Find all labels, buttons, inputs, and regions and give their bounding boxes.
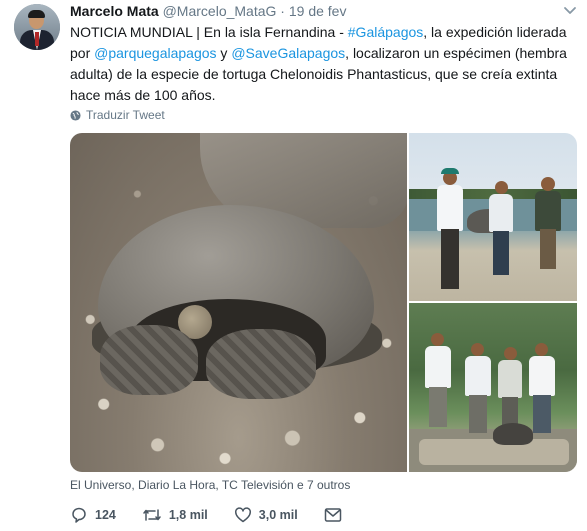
translate-tweet-link[interactable]: Traduzir Tweet bbox=[70, 108, 165, 122]
tortoise-photo[interactable] bbox=[70, 133, 407, 472]
author-avatar[interactable] bbox=[14, 4, 60, 50]
tweet-text-part: y bbox=[216, 45, 232, 61]
media-sources[interactable]: El Universo, Diario La Hora, TC Televisi… bbox=[70, 478, 350, 492]
hashtag-link[interactable]: #Galápagos bbox=[348, 24, 424, 40]
translate-label: Traduzir Tweet bbox=[86, 108, 165, 122]
tweet-header: Marcelo Mata @Marcelo_MataG · 19 de fev bbox=[70, 2, 346, 20]
author-handle[interactable]: @Marcelo_MataG bbox=[163, 3, 277, 19]
reply-icon bbox=[72, 507, 86, 523]
tweet-text-part: NOTICIA MUNDIAL | En la isla Fernandina … bbox=[70, 24, 348, 40]
chevron-down-icon[interactable] bbox=[563, 6, 577, 16]
tweet-text: NOTICIA MUNDIAL | En la isla Fernandina … bbox=[70, 22, 580, 106]
like-count: 3,0 mil bbox=[258, 508, 298, 522]
expedition-carrying-photo[interactable] bbox=[409, 133, 577, 301]
retweet-count: 1,8 mil bbox=[168, 508, 208, 522]
retweet-button[interactable]: 1,8 mil bbox=[142, 506, 208, 524]
tweet-date[interactable]: 19 de fev bbox=[289, 3, 347, 19]
envelope-icon bbox=[324, 508, 341, 522]
globe-icon bbox=[70, 109, 81, 121]
heart-icon bbox=[234, 507, 251, 523]
expedition-team-photo[interactable] bbox=[409, 303, 577, 472]
header-separator: · bbox=[280, 3, 285, 19]
like-button[interactable]: 3,0 mil bbox=[234, 506, 298, 524]
reply-button[interactable]: 124 bbox=[70, 506, 116, 524]
retweet-icon bbox=[143, 509, 161, 521]
mention-link[interactable]: @parquegalapagos bbox=[94, 45, 216, 61]
author-name[interactable]: Marcelo Mata bbox=[70, 3, 159, 19]
mention-link[interactable]: @SaveGalapagos bbox=[231, 45, 345, 61]
direct-message-button[interactable] bbox=[324, 507, 342, 523]
tweet-media-grid bbox=[70, 133, 577, 472]
tweet-actions: 124 1,8 mil 3,0 mil bbox=[70, 504, 368, 526]
reply-count: 124 bbox=[95, 508, 116, 522]
